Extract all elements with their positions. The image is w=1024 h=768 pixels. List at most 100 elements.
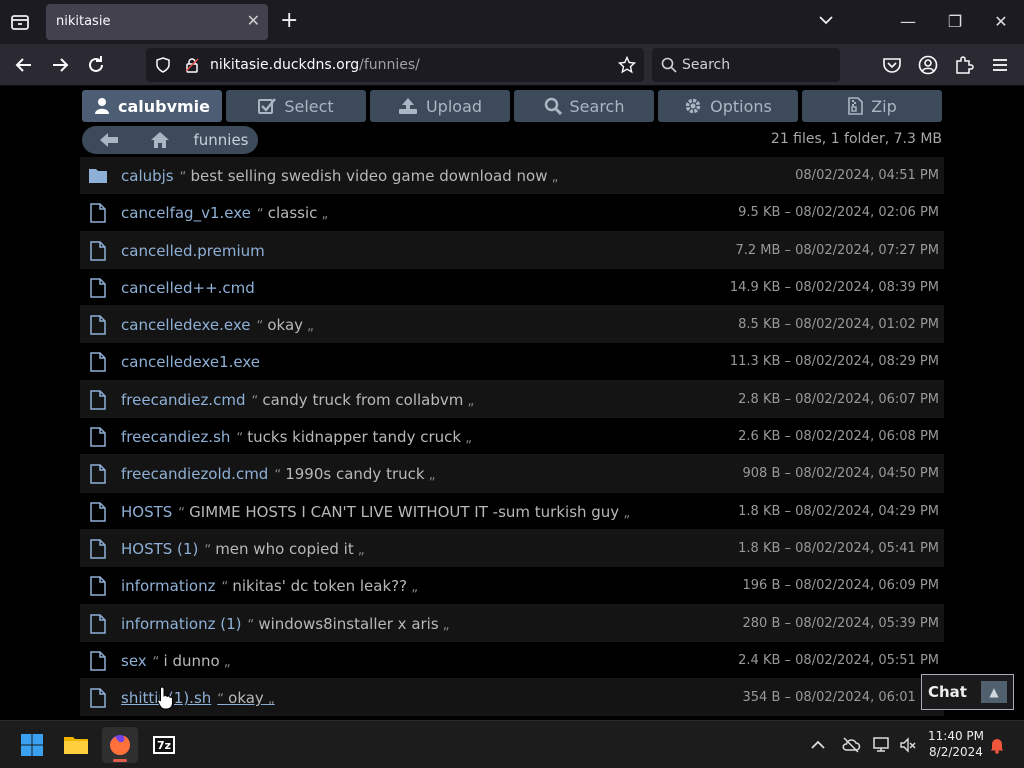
lock-icon[interactable] [184,57,200,73]
menu-icon[interactable] [989,54,1011,76]
file-icon [90,427,106,447]
file-row[interactable]: sex “ i dunno „ 2.4 KB – 08/02/2024, 05:51… [80,641,944,680]
file-meta: 9.5 KB – 08/02/2024, 02:06 PM [738,205,939,221]
minimize-button[interactable]: — [893,8,923,36]
file-name-link[interactable]: cancelledexe1.exe [121,353,260,371]
quote-open: “ [256,207,268,223]
select-button-label: Select [284,96,334,116]
file-name-link[interactable]: informationz “ nikitas' dc token leak?? „ [121,577,418,595]
chat-label: Chat [928,683,967,701]
new-tab-icon[interactable]: + [280,8,298,33]
zip-button-label: Zip [871,96,897,116]
file-name-link[interactable]: calubjs “ best selling swedish video game… [121,167,558,185]
file-name-link[interactable]: freecandiez.sh “ tucks kidnapper tandy cr… [121,428,472,446]
upload-button[interactable]: Upload [370,90,510,122]
hand-cursor-icon [157,686,173,710]
file-row[interactable]: cancelledexe.exe “ okay „ 8.5 KB – 08/02/2… [80,306,944,344]
file-explorer-button[interactable] [58,727,94,763]
account-icon[interactable] [917,54,939,76]
file-row[interactable]: shittin(1).sh“ okay „ 354 B – 08/02/2024,… [80,679,944,717]
file-icon [90,576,106,597]
back-icon[interactable] [12,53,36,77]
clock[interactable]: 11:40 PM 8/2/2024 [922,728,990,760]
quote-open: “ [274,468,286,484]
quote-close: „ [619,505,631,521]
url-path: /funnies/ [359,57,420,73]
file-icon [90,352,106,373]
tab-close-icon[interactable]: ✕ [247,11,260,30]
close-window-button[interactable]: ✕ [986,8,1016,36]
quote-open: “ [251,393,263,409]
chat-widget[interactable]: Chat ▲ [921,674,1014,710]
star-icon[interactable] [618,56,636,74]
firefox-button[interactable] [102,727,138,763]
file-name-link[interactable]: informationz (1) “ windows8installer x ar… [121,615,450,633]
file-row[interactable]: freecandiez.sh “ tucks kidnapper tandy cr… [80,418,944,456]
cloud-offline-icon[interactable] [841,735,861,755]
file-icon [90,501,106,522]
svg-text:7z: 7z [157,739,171,752]
file-name-link[interactable]: cancelled++.cmd [121,279,255,297]
quote-open: “ [152,654,164,670]
forward-icon[interactable] [48,53,72,77]
file-row[interactable]: informationz “ nikitas' dc token leak?? „… [80,567,944,605]
file-row[interactable]: cancelled++.cmd 14.9 KB – 08/02/2024, 08:… [80,268,944,307]
file-name-link[interactable]: cancelfag_v1.exe “ classic „ [121,204,328,222]
chat-toggle-button[interactable]: ▲ [981,681,1007,703]
search-bar[interactable]: Search [652,48,840,82]
file-name-link[interactable]: HOSTS “ GIMME HOSTS I CAN'T LIVE WITHOUT … [121,503,630,521]
file-name-link[interactable]: freecandiezold.cmd “ 1990s candy truck „ [121,465,435,483]
file-row[interactable]: HOSTS (1) “ men who copied it „ 1.8 KB – 0… [80,529,944,568]
file-row[interactable]: cancelfag_v1.exe “ classic „ 9.5 KB – 08/0… [80,194,944,232]
quote-open: “ [236,431,248,447]
breadcrumb-home[interactable] [134,126,186,154]
chevron-up-icon[interactable] [808,735,828,755]
user-button[interactable]: calubvmie [82,90,222,122]
select-button[interactable]: Select [226,90,366,122]
file-name-link[interactable]: HOSTS (1) “ men who copied it „ [121,540,365,558]
start-button[interactable] [14,727,50,763]
zip-button[interactable]: Zip [802,90,942,122]
pocket-icon[interactable] [881,54,903,76]
shield-icon[interactable] [155,57,171,73]
extensions-icon[interactable] [953,54,975,76]
file-name-link[interactable]: freecandiez.cmd “ candy truck from collab… [121,391,474,409]
file-comment: “ candy truck from collabvm „ [251,391,474,409]
restore-button[interactable]: ❐ [940,8,970,36]
file-name-link[interactable]: shittin(1).sh“ okay „ [121,689,275,707]
file-name-link[interactable]: sex “ i dunno „ [121,652,231,670]
file-row[interactable]: HOSTS “ GIMME HOSTS I CAN'T LIVE WITHOUT … [80,492,944,530]
search-placeholder: Search [682,57,731,73]
chevron-down-icon[interactable] [816,10,836,30]
file-name: sex [121,651,147,670]
speaker-muted-icon[interactable] [898,735,918,755]
options-button[interactable]: Options [658,90,798,122]
file-row[interactable]: cancelledexe1.exe 11.3 KB – 08/02/2024, 0… [80,343,944,381]
file-name: freecandiez.cmd [121,390,246,409]
network-icon[interactable] [872,735,892,755]
file-row[interactable]: freecandiez.cmd “ candy truck from collab… [80,380,944,419]
file-meta: 354 B – 08/02/2024, 06:01 PM [742,690,939,706]
notification-bell-icon[interactable] [987,735,1007,755]
active-tab[interactable]: nikitasie ✕ [46,4,268,40]
url-bar[interactable]: nikitasie.duckdns.org/funnies/ [146,48,644,82]
file-row[interactable]: cancelled.premium 7.2 MB – 08/02/2024, 07… [80,231,944,269]
quote-open: “ [256,319,268,335]
reload-icon[interactable] [84,53,108,77]
7zip-button[interactable]: 7z [146,727,182,763]
url-host: nikitasie.duckdns.org [210,57,360,73]
file-row[interactable]: informationz (1) “ windows8installer x ar… [80,604,944,642]
file-name: HOSTS [121,502,173,521]
file-row[interactable]: freecandiezold.cmd “ 1990s candy truck „ 9… [80,455,944,493]
quote-close: „ [547,170,559,185]
search-button[interactable]: Search [514,90,654,122]
folder-row[interactable]: calubjs “ best selling swedish video game… [80,157,944,195]
file-name: cancelled.premium [121,241,265,260]
file-name-link[interactable]: cancelledexe.exe “ okay „ [121,316,314,334]
breadcrumb-back[interactable] [82,126,136,154]
file-icon [90,203,106,224]
file-comment: “ windows8installer x aris „ [247,615,449,633]
breadcrumb-folder[interactable]: funnies [184,126,258,154]
tab-list-icon[interactable] [8,10,32,34]
file-name-link[interactable]: cancelled.premium [121,242,265,260]
